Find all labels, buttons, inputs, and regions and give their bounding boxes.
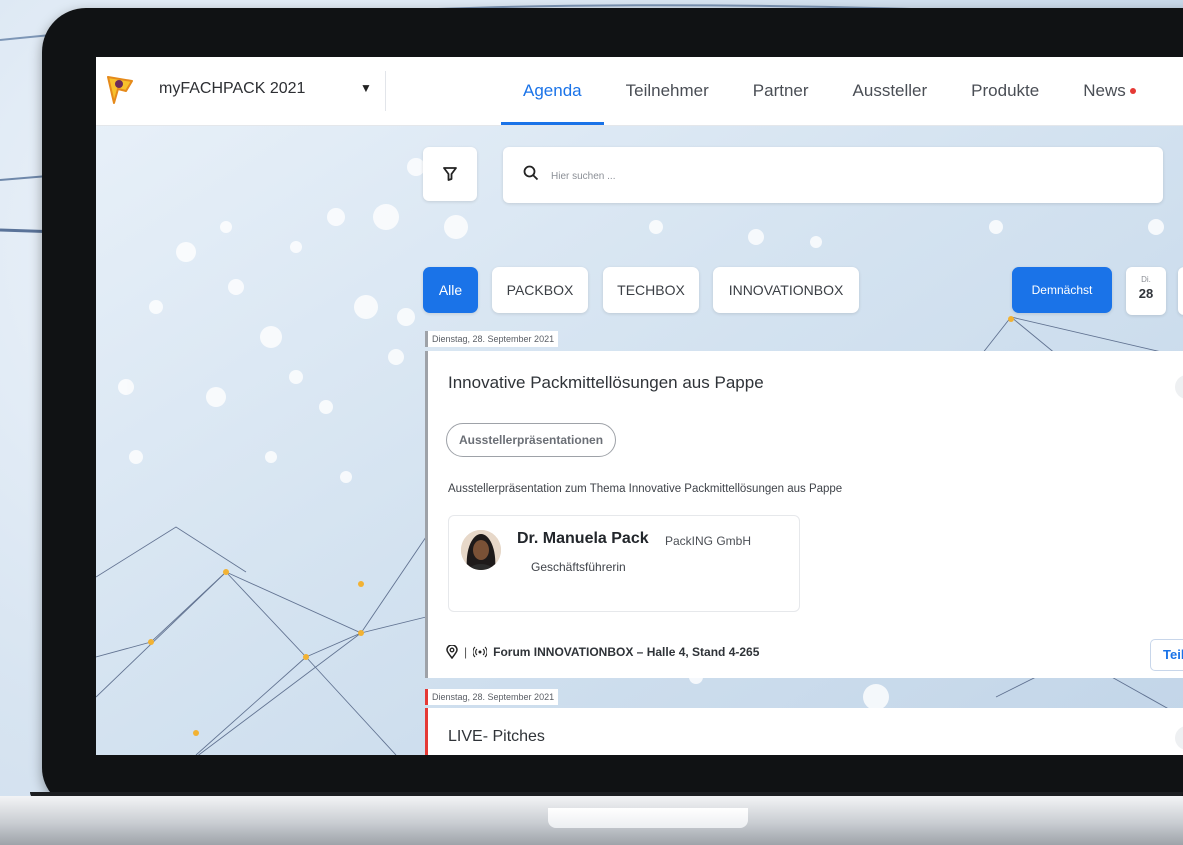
separator: | xyxy=(464,645,468,659)
category-tag[interactable]: Ausstellerpräsentationen xyxy=(446,423,617,457)
main-nav: Agenda Teilnehmer Partner Aussteller Pro… xyxy=(501,57,1158,125)
session-location: | Forum INNOVATIONBOX – Halle 4, Stand 4… xyxy=(446,645,759,659)
location-pin-icon xyxy=(446,645,458,659)
session-card[interactable]: Innovative Packmittellösungen aus Pappe … xyxy=(425,351,1183,678)
nav-label: Produkte xyxy=(971,81,1040,100)
location-text: Forum INNOVATIONBOX – Halle 4, Stand 4-2… xyxy=(493,645,760,659)
speaker-name: Dr. Manuela Pack xyxy=(517,530,649,547)
join-button[interactable]: Teil xyxy=(1150,639,1183,671)
chip-label: TECHBOX xyxy=(617,282,685,298)
nav-produkte[interactable]: Produkte xyxy=(949,57,1061,125)
session-description: Ausstellerpräsentation zum Thema Innovat… xyxy=(448,483,843,495)
search-icon xyxy=(523,165,539,181)
search-box xyxy=(503,147,1163,203)
chip-packbox[interactable]: PACKBOX xyxy=(492,267,588,313)
app-screen: myFACHPACK 2021 ▼ Agenda Teilnehmer Part… xyxy=(96,57,1183,755)
caret-down-icon[interactable]: ▼ xyxy=(360,81,372,95)
session-title[interactable]: LIVE- Pitches xyxy=(448,728,545,746)
nav-label: News xyxy=(1083,81,1126,100)
chip-techbox[interactable]: TECHBOX xyxy=(603,267,699,313)
laptop-notch xyxy=(548,808,748,828)
nav-news[interactable]: News xyxy=(1061,57,1158,125)
upcoming-label: Demnächst xyxy=(1031,283,1093,297)
filter-button[interactable] xyxy=(423,147,477,201)
broadcast-icon xyxy=(473,646,488,658)
favorite-toggle[interactable] xyxy=(1175,375,1183,399)
speaker-card[interactable]: Dr. Manuela Pack PackING GmbH Geschäftsf… xyxy=(448,515,800,612)
speaker-company: PackING GmbH xyxy=(665,534,752,548)
speaker-role: Geschäftsführerin xyxy=(531,560,626,574)
nav-label: Aussteller xyxy=(852,81,928,100)
session-title[interactable]: Innovative Packmittellösungen aus Pappe xyxy=(448,373,764,393)
chip-innovationbox[interactable]: INNOVATIONBOX xyxy=(713,267,859,313)
chip-label: PACKBOX xyxy=(506,282,574,298)
avatar xyxy=(461,530,501,570)
search-input[interactable] xyxy=(549,163,1113,189)
header-divider xyxy=(385,71,386,111)
date-day: 28 xyxy=(1138,286,1154,301)
date-chip-next[interactable] xyxy=(1178,267,1183,315)
filter-icon xyxy=(443,167,457,181)
nav-partner[interactable]: Partner xyxy=(731,57,831,125)
nav-label: Teilnehmer xyxy=(625,81,709,100)
notification-dot xyxy=(1129,88,1136,94)
session-date-label: Dienstag, 28. September 2021 xyxy=(425,689,559,705)
date-weekday: Di. xyxy=(1141,275,1151,284)
chip-alle[interactable]: Alle xyxy=(423,267,478,313)
nav-aussteller[interactable]: Aussteller xyxy=(831,57,950,125)
chip-label: INNOVATIONBOX xyxy=(728,282,844,298)
upcoming-button[interactable]: Demnächst xyxy=(1012,267,1112,313)
logo-icon[interactable] xyxy=(106,75,134,105)
session-card[interactable]: LIVE- Pitches xyxy=(425,708,1183,755)
event-name[interactable]: myFACHPACK 2021 xyxy=(159,80,305,98)
favorite-toggle[interactable] xyxy=(1175,726,1183,750)
nav-agenda[interactable]: Agenda xyxy=(501,57,604,125)
nav-label: Partner xyxy=(752,81,809,100)
nav-teilnehmer[interactable]: Teilnehmer xyxy=(604,57,731,125)
chip-label: Alle xyxy=(438,282,463,298)
nav-label: Agenda xyxy=(523,81,582,100)
date-chip[interactable]: Di. 28 xyxy=(1126,267,1166,315)
session-date-label: Dienstag, 28. September 2021 xyxy=(425,331,559,347)
top-navigation-bar: myFACHPACK 2021 ▼ Agenda Teilnehmer Part… xyxy=(96,57,1183,126)
